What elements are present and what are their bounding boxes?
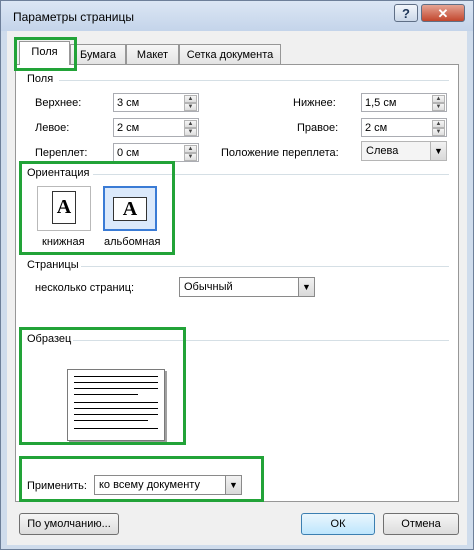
portrait-option[interactable]: A (37, 186, 91, 231)
apply-to-select[interactable]: ко всему документу ▼ (94, 475, 242, 495)
spin-down-icon[interactable]: ▼ (432, 103, 445, 111)
preview-line (74, 402, 158, 403)
left-margin-label: Левое: (35, 122, 70, 134)
preview-line (74, 420, 148, 421)
bottom-margin-spinner[interactable]: 1,5 см ▲ ▼ (361, 93, 447, 112)
spin-up-icon[interactable]: ▲ (432, 120, 445, 128)
tab-layout[interactable]: Макет (126, 44, 179, 65)
landscape-page-icon: A (113, 197, 147, 221)
spin-up-icon[interactable]: ▲ (184, 120, 197, 128)
spin-up-icon[interactable]: ▲ (432, 95, 445, 103)
spin-down-icon[interactable]: ▼ (184, 153, 197, 161)
multiple-pages-label: несколько страниц: (35, 282, 135, 294)
title-bar[interactable]: Параметры страницы ? ✕ (1, 1, 473, 31)
preview-line (74, 376, 158, 377)
top-margin-value: 3 см (117, 97, 140, 109)
close-button[interactable]: ✕ (421, 4, 465, 22)
dropdown-arrow-icon[interactable]: ▼ (225, 476, 241, 494)
right-margin-value: 2 см (365, 122, 388, 134)
help-button[interactable]: ? (394, 4, 418, 22)
orientation-section-title: Ориентация (27, 167, 90, 179)
preview-line (74, 388, 158, 389)
right-margin-spinner[interactable]: 2 см ▲ ▼ (361, 118, 447, 137)
pages-section-title: Страницы (27, 259, 79, 271)
page-setup-dialog: Параметры страницы ? ✕ Поля Бумага Макет… (0, 0, 474, 550)
preview-line (74, 414, 158, 415)
spin-down-icon[interactable]: ▼ (432, 128, 445, 136)
preview-line (74, 428, 158, 429)
preview-line (74, 394, 138, 395)
portrait-label: книжная (42, 236, 85, 248)
gutter-position-label: Положение переплета: (221, 147, 339, 159)
cancel-button[interactable]: Отмена (383, 513, 459, 535)
gutter-position-value: Слева (366, 145, 399, 157)
apply-to-value: ко всему документу (99, 479, 200, 491)
top-margin-spinner[interactable]: 3 см ▲ ▼ (113, 93, 199, 112)
landscape-label: альбомная (104, 236, 161, 248)
gutter-value: 0 см (117, 147, 140, 159)
top-margin-label: Верхнее: (35, 97, 82, 109)
spin-up-icon[interactable]: ▲ (184, 95, 197, 103)
preview-line (74, 382, 158, 383)
apply-to-label: Применить: (27, 480, 87, 492)
preview-section-title: Образец (27, 333, 72, 345)
bottom-margin-label: Нижнее: (293, 97, 336, 109)
bottom-margin-value: 1,5 см (365, 97, 397, 109)
orientation-separator (93, 174, 449, 175)
gutter-label: Переплет: (35, 147, 88, 159)
spin-down-icon[interactable]: ▼ (184, 128, 197, 136)
tab-paper[interactable]: Бумага (70, 44, 126, 65)
preview-separator (73, 340, 449, 341)
set-as-default-button[interactable]: По умолчанию... (19, 513, 119, 535)
window-title: Параметры страницы (13, 10, 134, 24)
multiple-pages-select[interactable]: Обычный ▼ (179, 277, 315, 297)
landscape-option[interactable]: A (103, 186, 157, 231)
portrait-page-icon: A (52, 191, 76, 224)
margins-separator (59, 80, 449, 81)
multiple-pages-value: Обычный (184, 281, 233, 293)
margins-section-title: Поля (27, 73, 54, 85)
spin-down-icon[interactable]: ▼ (184, 103, 197, 111)
tab-margins[interactable]: Поля (19, 41, 70, 65)
preview-line (74, 408, 158, 409)
spin-up-icon[interactable]: ▲ (184, 145, 197, 153)
pages-separator (81, 266, 449, 267)
dropdown-arrow-icon[interactable]: ▼ (430, 142, 446, 160)
gutter-position-select[interactable]: Слева ▼ (361, 141, 447, 161)
right-margin-label: Правое: (297, 122, 339, 134)
preview-page (67, 369, 165, 441)
gutter-spinner[interactable]: 0 см ▲ ▼ (113, 143, 199, 162)
dropdown-arrow-icon[interactable]: ▼ (298, 278, 314, 296)
ok-button[interactable]: ОК (301, 513, 375, 535)
tab-document-grid[interactable]: Сетка документа (179, 44, 281, 65)
left-margin-value: 2 см (117, 122, 140, 134)
left-margin-spinner[interactable]: 2 см ▲ ▼ (113, 118, 199, 137)
